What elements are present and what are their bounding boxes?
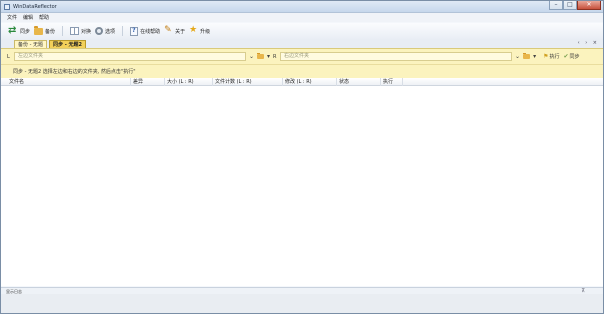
file-list-header: 文件名 差异 大小 (L : R) 文件计数 (L : R) 修改 (L : R…	[1, 78, 603, 86]
menu-file[interactable]: 文件	[7, 14, 17, 21]
online-help-button-label: 在线帮助	[140, 28, 161, 35]
column-status[interactable]: 状态	[337, 78, 381, 86]
column-action[interactable]: 执行	[381, 78, 403, 86]
file-list[interactable]	[1, 86, 603, 286]
column-modified[interactable]: 修改 (L : R)	[283, 78, 337, 86]
info-message: 同步 - 无题2 选择左边和右边的文件夹, 然后点击"执行"	[1, 64, 603, 78]
left-browse-arrow-icon[interactable]: ▾	[267, 53, 270, 60]
run-button[interactable]: 执行	[543, 53, 559, 60]
tab-backup[interactable]: 备份 - 无题	[14, 40, 47, 48]
left-side-label: L	[7, 53, 10, 60]
left-folder-input[interactable]: 左边文件夹	[14, 52, 246, 61]
window-controls: – □ ✕	[549, 1, 601, 11]
minimize-button[interactable]: –	[549, 1, 563, 10]
tab-navigation[interactable]: ‹ › ×	[578, 40, 599, 46]
right-side-label: R	[273, 53, 277, 60]
run-icon	[543, 53, 548, 60]
column-difference[interactable]: 差异	[131, 78, 165, 86]
sync-check-label: 同步	[569, 54, 580, 60]
check-icon	[564, 53, 569, 60]
compare-button[interactable]: 对换	[68, 25, 93, 37]
online-help-button[interactable]: 在线帮助	[128, 25, 162, 37]
menu-help[interactable]: 帮助	[39, 14, 49, 21]
right-browse-folder-icon[interactable]	[523, 53, 531, 59]
log-pane-header: 显示日志 ⊼	[1, 287, 603, 294]
app-window: WinDataReflector – □ ✕ 文件 编辑 帮助 同步 备份 对换…	[0, 0, 604, 314]
right-folder-input[interactable]: 右边文件夹	[280, 52, 513, 61]
log-pane[interactable]	[1, 294, 603, 313]
toolbar-separator	[62, 26, 64, 36]
menu-bar: 文件 编辑 帮助	[1, 13, 603, 22]
toolbar: 同步 备份 对换 选项 在线帮助 关于 升级	[1, 23, 603, 39]
close-button[interactable]: ✕	[577, 1, 601, 10]
star-icon	[189, 25, 198, 36]
column-file-count[interactable]: 文件计数 (L : R)	[213, 78, 283, 86]
upgrade-button-label: 升级	[200, 28, 211, 35]
backup-button[interactable]: 备份	[32, 25, 57, 37]
upgrade-button[interactable]: 升级	[187, 25, 212, 37]
app-icon	[4, 4, 10, 10]
wand-icon	[164, 25, 173, 36]
sync-button-label: 同步	[20, 28, 31, 35]
help-icon	[130, 26, 139, 36]
maximize-button[interactable]: □	[563, 1, 577, 10]
options-button-label: 选项	[105, 28, 116, 35]
right-dropdown-chevron-icon[interactable]: ⌄	[515, 53, 520, 60]
backup-folder-icon	[34, 25, 44, 35]
options-button[interactable]: 选项	[93, 25, 117, 37]
sync-button[interactable]: 同步	[7, 25, 32, 37]
column-filename[interactable]: 文件名	[7, 78, 131, 86]
compare-icon	[70, 27, 80, 35]
backup-button-label: 备份	[45, 28, 56, 35]
right-browse-arrow-icon[interactable]: ▾	[533, 53, 536, 60]
sync-check-button[interactable]: 同步	[564, 53, 580, 60]
toolbar-separator	[122, 26, 124, 36]
sync-icon	[8, 25, 18, 36]
about-button[interactable]: 关于	[162, 25, 187, 37]
tab-bar: 备份 - 无题 同步 - 无题2 ‹ › ×	[1, 39, 603, 48]
column-size[interactable]: 大小 (L : R)	[165, 78, 213, 86]
run-button-label: 执行	[549, 54, 560, 60]
about-button-label: 关于	[175, 28, 186, 35]
left-dropdown-chevron-icon[interactable]: ⌄	[249, 53, 254, 60]
left-browse-folder-icon[interactable]	[257, 53, 265, 59]
tab-sync[interactable]: 同步 - 无题2	[49, 40, 87, 48]
menu-edit[interactable]: 编辑	[23, 14, 33, 21]
title-bar[interactable]: WinDataReflector – □ ✕	[1, 1, 603, 13]
window-title: WinDataReflector	[13, 4, 57, 10]
gear-icon	[95, 27, 104, 35]
folder-path-bar: L 左边文件夹 ⌄ ▾ R 右边文件夹 ⌄ ▾ 执行 同步	[1, 48, 603, 64]
compare-button-label: 对换	[81, 28, 92, 35]
